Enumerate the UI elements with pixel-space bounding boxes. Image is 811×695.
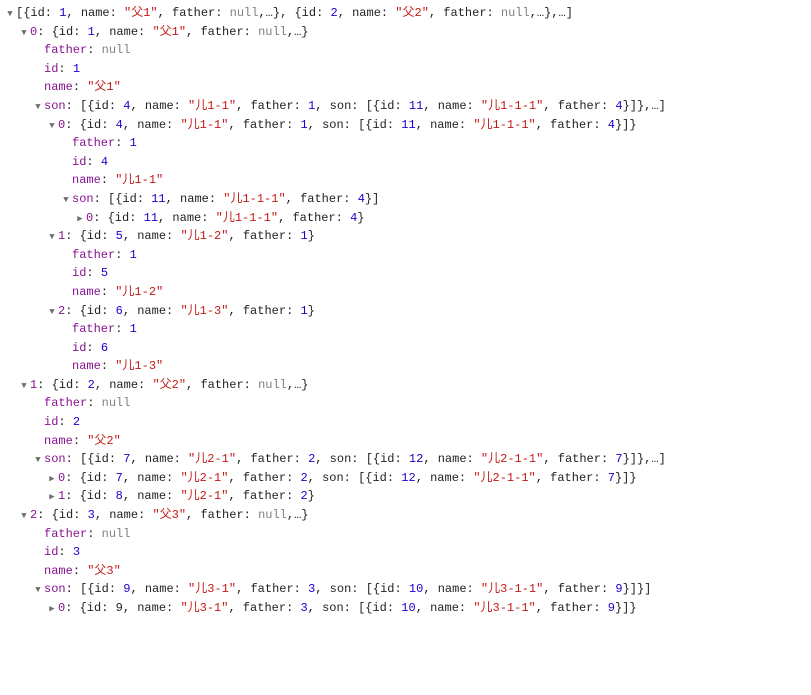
- collapse-icon[interactable]: ▼: [46, 306, 58, 320]
- tree-row[interactable]: ▼son: [{id: 7, name: "儿2-1", father: 2, …: [4, 450, 807, 469]
- tree-row-content: 2: {id: 3, name: "父3", father: null,…}: [30, 506, 308, 525]
- tree-row-content: id: 6: [72, 339, 108, 358]
- tree-row-content: son: [{id: 4, name: "儿1-1", father: 1, s…: [44, 97, 666, 116]
- expand-icon[interactable]: ▶: [74, 213, 86, 227]
- tree-row-content: father: null: [44, 525, 130, 544]
- tree-row[interactable]: ▼[{id: 1, name: "父1", father: null,…}, {…: [4, 4, 807, 23]
- tree-row-content: 0: {id: 7, name: "儿2-1", father: 2, son:…: [58, 469, 637, 488]
- collapse-icon[interactable]: ▼: [18, 27, 30, 41]
- collapse-icon[interactable]: ▼: [18, 510, 30, 524]
- tree-row-content: 1: {id: 8, name: "儿2-1", father: 2}: [58, 487, 315, 506]
- tree-row: ▶id: 6: [4, 339, 807, 358]
- expand-icon[interactable]: ▶: [46, 473, 58, 487]
- collapse-icon[interactable]: ▼: [32, 454, 44, 468]
- tree-row: ▶id: 1: [4, 60, 807, 79]
- tree-row: ▶name: "父2": [4, 432, 807, 451]
- tree-row[interactable]: ▼0: {id: 1, name: "父1", father: null,…}: [4, 23, 807, 42]
- tree-row-content: father: 1: [72, 320, 137, 339]
- tree-row[interactable]: ▼1: {id: 2, name: "父2", father: null,…}: [4, 376, 807, 395]
- tree-row: ▶name: "父3": [4, 562, 807, 581]
- tree-row-content: [{id: 1, name: "父1", father: null,…}, {i…: [16, 4, 573, 23]
- tree-row-content: father: 1: [72, 246, 137, 265]
- collapse-icon[interactable]: ▼: [46, 231, 58, 245]
- tree-row: ▶father: null: [4, 525, 807, 544]
- tree-row-content: son: [{id: 9, name: "儿3-1", father: 3, s…: [44, 580, 651, 599]
- tree-row: ▶id: 3: [4, 543, 807, 562]
- tree-row-content: id: 2: [44, 413, 80, 432]
- tree-row[interactable]: ▶1: {id: 8, name: "儿2-1", father: 2}: [4, 487, 807, 506]
- tree-row-content: name: "儿1-1": [72, 171, 163, 190]
- tree-row-content: father: null: [44, 394, 130, 413]
- tree-row[interactable]: ▼son: [{id: 9, name: "儿3-1", father: 3, …: [4, 580, 807, 599]
- tree-row-content: father: 1: [72, 134, 137, 153]
- expand-icon[interactable]: ▶: [46, 603, 58, 617]
- tree-row: ▶father: null: [4, 394, 807, 413]
- tree-row[interactable]: ▼1: {id: 5, name: "儿1-2", father: 1}: [4, 227, 807, 246]
- tree-row: ▶name: "儿1-3": [4, 357, 807, 376]
- collapse-icon[interactable]: ▼: [32, 584, 44, 598]
- tree-row-content: name: "父2": [44, 432, 121, 451]
- tree-row: ▶name: "儿1-1": [4, 171, 807, 190]
- tree-row: ▶id: 2: [4, 413, 807, 432]
- tree-row[interactable]: ▼0: {id: 4, name: "儿1-1", father: 1, son…: [4, 116, 807, 135]
- tree-row[interactable]: ▶0: {id: 9, name: "儿3-1", father: 3, son…: [4, 599, 807, 618]
- tree-row[interactable]: ▶0: {id: 11, name: "儿1-1-1", father: 4}: [4, 209, 807, 228]
- tree-row-content: id: 4: [72, 153, 108, 172]
- collapse-icon[interactable]: ▼: [4, 8, 16, 22]
- tree-row: ▶name: "儿1-2": [4, 283, 807, 302]
- tree-row-content: name: "父1": [44, 78, 121, 97]
- tree-row: ▶father: 1: [4, 246, 807, 265]
- collapse-icon[interactable]: ▼: [18, 380, 30, 394]
- tree-row-content: name: "儿1-2": [72, 283, 163, 302]
- tree-row[interactable]: ▼son: [{id: 11, name: "儿1-1-1", father: …: [4, 190, 807, 209]
- tree-row[interactable]: ▼2: {id: 3, name: "父3", father: null,…}: [4, 506, 807, 525]
- collapse-icon[interactable]: ▼: [32, 101, 44, 115]
- collapse-icon[interactable]: ▼: [60, 194, 72, 208]
- tree-row-content: 2: {id: 6, name: "儿1-3", father: 1}: [58, 302, 315, 321]
- tree-row[interactable]: ▼2: {id: 6, name: "儿1-3", father: 1}: [4, 302, 807, 321]
- tree-row-content: 0: {id: 4, name: "儿1-1", father: 1, son:…: [58, 116, 637, 135]
- tree-row-content: id: 3: [44, 543, 80, 562]
- tree-row-content: son: [{id: 7, name: "儿2-1", father: 2, s…: [44, 450, 666, 469]
- tree-row: ▶father: 1: [4, 134, 807, 153]
- object-tree: ▼[{id: 1, name: "父1", father: null,…}, {…: [4, 4, 807, 618]
- tree-row-content: id: 1: [44, 60, 80, 79]
- tree-row[interactable]: ▶0: {id: 7, name: "儿2-1", father: 2, son…: [4, 469, 807, 488]
- tree-row-content: 1: {id: 2, name: "父2", father: null,…}: [30, 376, 308, 395]
- tree-row-content: 0: {id: 11, name: "儿1-1-1", father: 4}: [86, 209, 364, 228]
- expand-icon[interactable]: ▶: [46, 491, 58, 505]
- tree-row: ▶father: null: [4, 41, 807, 60]
- collapse-icon[interactable]: ▼: [46, 120, 58, 134]
- tree-row-content: father: null: [44, 41, 130, 60]
- tree-row-content: son: [{id: 11, name: "儿1-1-1", father: 4…: [72, 190, 379, 209]
- tree-row-content: 1: {id: 5, name: "儿1-2", father: 1}: [58, 227, 315, 246]
- tree-row[interactable]: ▼son: [{id: 4, name: "儿1-1", father: 1, …: [4, 97, 807, 116]
- tree-row: ▶id: 5: [4, 264, 807, 283]
- tree-row: ▶father: 1: [4, 320, 807, 339]
- tree-row-content: name: "儿1-3": [72, 357, 163, 376]
- tree-row-content: name: "父3": [44, 562, 121, 581]
- tree-row: ▶id: 4: [4, 153, 807, 172]
- tree-row: ▶name: "父1": [4, 78, 807, 97]
- tree-row-content: 0: {id: 1, name: "父1", father: null,…}: [30, 23, 308, 42]
- tree-row-content: 0: {id: 9, name: "儿3-1", father: 3, son:…: [58, 599, 637, 618]
- tree-row-content: id: 5: [72, 264, 108, 283]
